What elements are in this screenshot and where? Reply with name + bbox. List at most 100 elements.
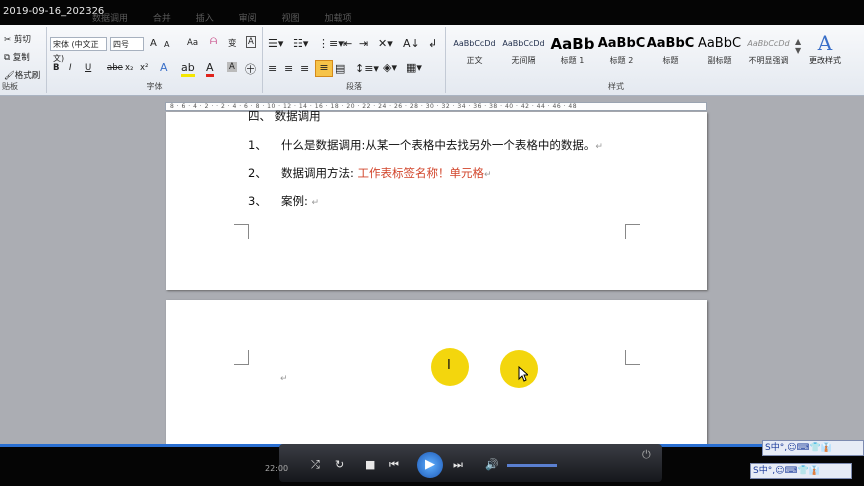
paragraph-group: ☰▾ ☷▾ ⋮≡▾ ⇤ ⇥ ✕▾ A↓ ↲ ≡ ≡ ≡ ≡ ▤ ↕≡▾ ◈▾ ▦… <box>263 27 446 93</box>
list-text-3: 案例: ↵ <box>281 193 319 209</box>
style-heading-2[interactable]: AaBbC 标题 2 <box>597 33 646 73</box>
document-page-1[interactable]: 四、 数据调用 1、 什么是数据调用:从某一个表格中去找另外一个表格中的数据。↵… <box>166 109 707 290</box>
shading-icon[interactable]: ◈▾ <box>383 61 397 74</box>
increase-indent-icon[interactable]: ⇥ <box>359 37 368 50</box>
style-name: 正文 <box>466 56 483 65</box>
bold-button[interactable]: B <box>53 63 59 73</box>
multilevel-list-icon[interactable]: ⋮≡▾ <box>318 37 344 50</box>
ime-label: S中°,☺⌨👕👔 <box>765 443 832 453</box>
ribbon: ✂ 剪切 ⧉ 复制 🖌格式刷 贴板 宋体 (中文正文) 四号 A A Aa ᗩ … <box>0 25 864 96</box>
play-button[interactable]: ▶ <box>417 452 443 478</box>
phonetic-button[interactable]: 变 <box>228 37 237 49</box>
list-number-1: 1、 <box>248 138 267 152</box>
title-bar: 2019-09-16_202326 数据调用 合并 插入 审阅 视图 加载项 <box>0 0 864 25</box>
style-preview: AaBbC <box>697 36 742 51</box>
clear-format-button[interactable]: ᗩ <box>210 37 217 47</box>
clipboard-label: 贴板 <box>2 82 18 91</box>
style-preview: AaBbCcDd <box>453 39 496 48</box>
next-icon[interactable]: ⏭ <box>453 458 463 472</box>
font-group-label: 字体 <box>146 82 163 91</box>
tab-merge[interactable]: 合并 <box>153 14 171 24</box>
menu-tabs[interactable]: 数据调用 合并 插入 审阅 视图 加载项 <box>92 11 351 24</box>
change-styles-button[interactable]: A 更改样式 <box>806 31 844 66</box>
list-text-1: 什么是数据调用:从某一个表格中去找另外一个表格中的数据。↵ <box>281 137 603 153</box>
text-cursor-icon: I <box>447 358 451 373</box>
margin-corner-left <box>234 350 249 365</box>
char-shading-icon[interactable]: A <box>227 62 237 72</box>
tab-review[interactable]: 审阅 <box>239 14 257 24</box>
document-page-2[interactable]: ↵ I <box>166 300 707 446</box>
paragraph-mark: ↵ <box>484 170 492 180</box>
styles-group-label: 样式 <box>608 82 624 91</box>
highlight-icon[interactable]: ab <box>181 61 195 77</box>
tab-view[interactable]: 视图 <box>282 14 300 24</box>
style-subtitle[interactable]: AaBbC 副标题 <box>695 33 744 73</box>
tab-addins[interactable]: 加载项 <box>324 14 351 24</box>
text-effect-icon[interactable]: A <box>160 61 168 74</box>
format-painter-button[interactable]: 🖌格式刷 <box>4 69 40 81</box>
stop-icon[interactable]: ■ <box>365 458 375 471</box>
style-normal[interactable]: AaBbCcDd 正文 <box>450 33 499 73</box>
enclose-char-icon[interactable]: ㊉ <box>245 61 256 77</box>
styles-group: AaBbCcDd 正文 AaBbCcDd 无间隔 AaBb 标题 1 AaBbC 标题 … <box>446 27 844 93</box>
change-case-button[interactable]: Aa <box>187 38 198 48</box>
align-left-icon[interactable]: ≡ <box>268 62 277 75</box>
font-color-icon[interactable]: A <box>206 61 214 77</box>
justify-icon[interactable]: ≡ <box>315 60 333 77</box>
show-marks-icon[interactable]: ↲ <box>428 37 437 50</box>
subscript-button[interactable]: x₂ <box>125 63 133 73</box>
font-name-select[interactable]: 宋体 (中文正文) <box>50 37 107 63</box>
style-preview: AaBbC <box>646 36 695 51</box>
superscript-button[interactable]: x² <box>140 63 148 73</box>
bullets-icon[interactable]: ☰▾ <box>268 37 283 50</box>
line-spacing-icon[interactable]: ↕≡▾ <box>355 62 379 75</box>
horizontal-ruler[interactable]: 8 · 6 · 4 · 2 · · 2 · 4 · 6 · 8 · 10 · 1… <box>165 102 707 111</box>
paragraph-group-label: 段落 <box>346 82 362 91</box>
align-right-icon[interactable]: ≡ <box>300 62 309 75</box>
style-preview: AaBbCcDd <box>747 39 790 48</box>
style-name: 标题 2 <box>609 56 634 65</box>
volume-icon[interactable]: 🔊 <box>485 458 499 471</box>
power-icon[interactable]: ⏻ <box>642 448 651 462</box>
styles-scroll-icon[interactable]: ▲ ▼ <box>795 37 801 55</box>
shrink-font-button[interactable]: A <box>164 40 169 49</box>
previous-icon[interactable]: ⏮ <box>389 458 399 472</box>
cut-label: 剪切 <box>13 35 31 45</box>
style-title[interactable]: AaBbC 标题 <box>646 33 695 73</box>
style-heading-1[interactable]: AaBb 标题 1 <box>548 33 597 73</box>
tab-data-call[interactable]: 数据调用 <box>92 14 128 24</box>
borders-icon[interactable]: ▦▾ <box>406 61 422 74</box>
italic-button[interactable]: I <box>69 63 72 73</box>
paragraph-mark: ↵ <box>595 142 603 152</box>
chinese-layout-icon[interactable]: ✕▾ <box>378 37 393 50</box>
list-number-2: 2、 <box>248 166 267 180</box>
list-number-3: 3、 <box>248 194 267 208</box>
repeat-icon[interactable]: ↻ <box>335 458 344 471</box>
ime-toolbar[interactable]: S中°,☺⌨👕👔 <box>762 440 864 456</box>
cut-button[interactable]: ✂ 剪切 <box>4 33 31 45</box>
distributed-icon[interactable]: ▤ <box>335 62 345 75</box>
align-center-icon[interactable]: ≡ <box>284 62 293 75</box>
volume-slider[interactable] <box>507 464 557 467</box>
numbering-icon[interactable]: ☷▾ <box>293 37 308 50</box>
sort-icon[interactable]: A↓ <box>403 37 420 50</box>
section-heading: 四、 数据调用 <box>248 109 321 123</box>
font-size-select[interactable]: 四号 <box>110 37 144 51</box>
player-time: 22:00 <box>265 464 289 473</box>
decrease-indent-icon[interactable]: ⇤ <box>343 37 352 50</box>
underline-button[interactable]: U <box>85 63 91 73</box>
char-border-button[interactable]: A <box>246 36 256 48</box>
shuffle-icon[interactable]: ⤮ <box>311 458 320 472</box>
style-subtle-emphasis[interactable]: AaBbCcDd 不明显强调 <box>744 33 793 73</box>
paragraph-mark: ↵ <box>311 198 320 208</box>
tab-insert[interactable]: 插入 <box>196 14 214 24</box>
strikethrough-button[interactable]: abe <box>107 63 123 73</box>
grow-font-button[interactable]: A <box>150 38 157 49</box>
ime-toolbar-secondary[interactable]: S中°,☺⌨👕👔 <box>750 463 852 479</box>
style-no-spacing[interactable]: AaBbCcDd 无间隔 <box>499 33 548 73</box>
change-styles-label: 更改样式 <box>809 56 841 65</box>
copy-label: 复制 <box>12 53 30 63</box>
margin-corner-right <box>625 350 640 365</box>
copy-button[interactable]: ⧉ 复制 <box>4 51 30 63</box>
style-preview: AaBbC <box>597 36 646 51</box>
